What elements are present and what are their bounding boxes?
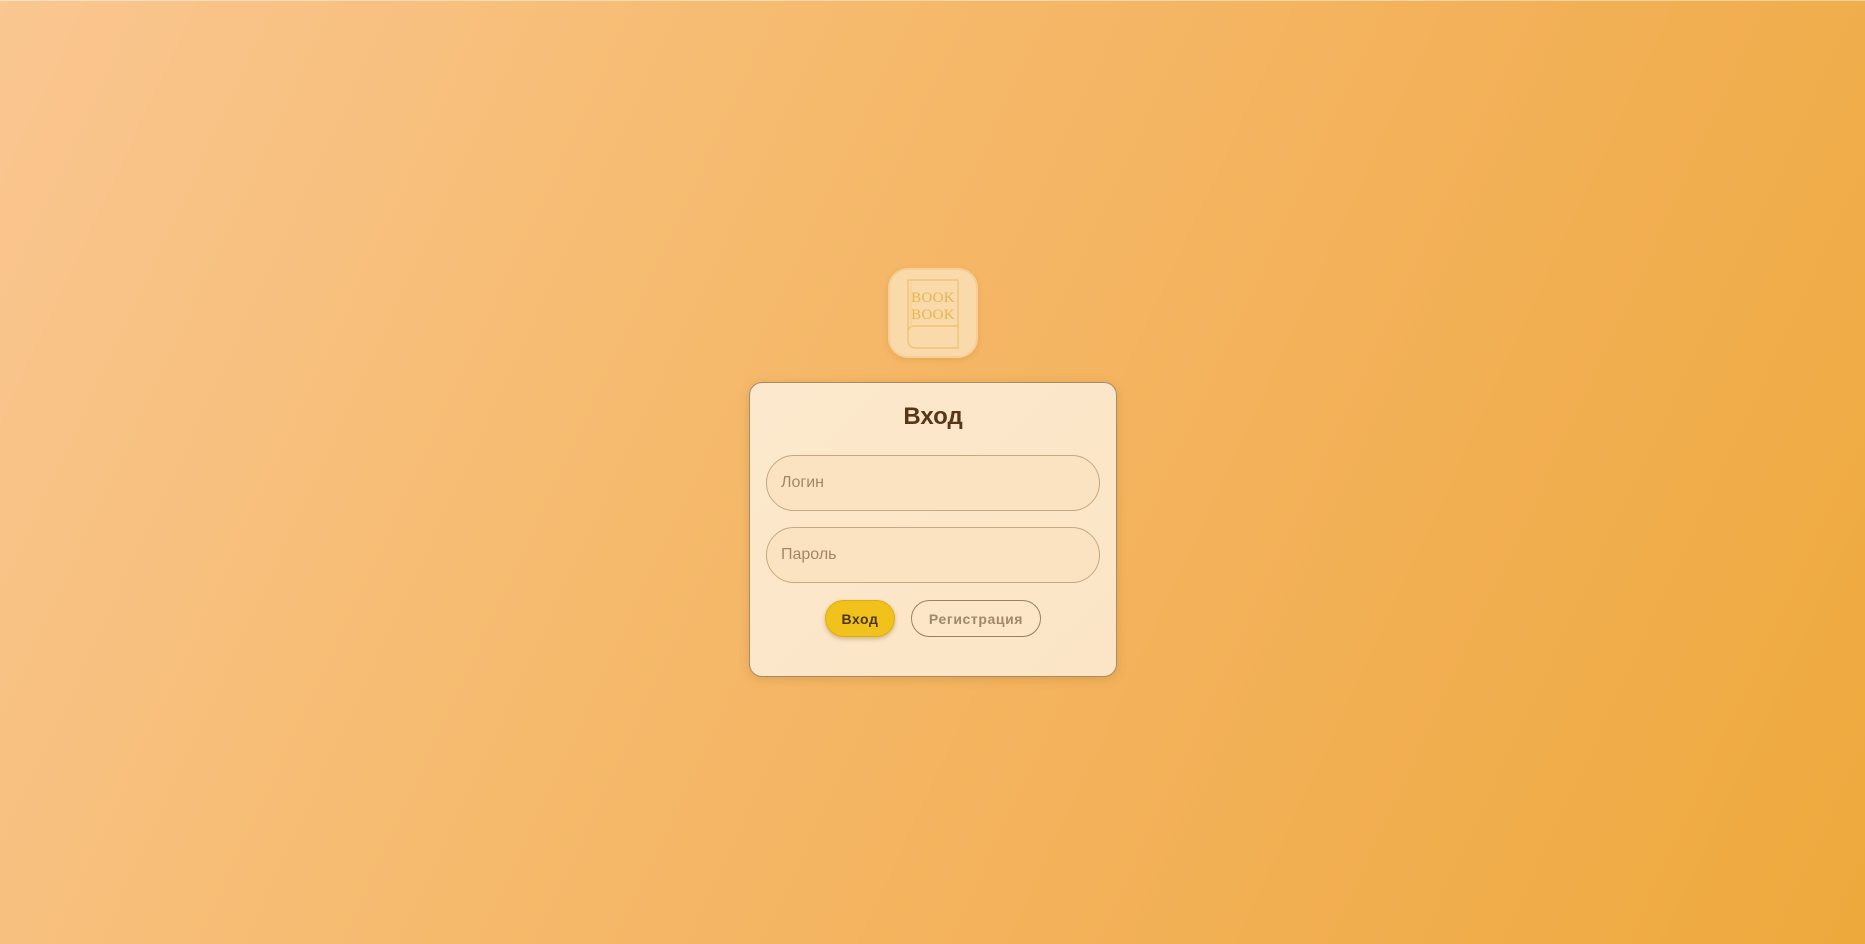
password-input[interactable] — [766, 527, 1100, 583]
book-icon: BOOK BOOK — [907, 279, 959, 349]
logo-text-line-1: BOOK — [911, 290, 955, 306]
login-input[interactable] — [766, 455, 1100, 511]
window-top-edge — [0, 0, 1865, 1]
login-button[interactable]: Вход — [825, 600, 895, 637]
login-title: Вход — [903, 403, 963, 430]
app-logo: BOOK BOOK — [888, 268, 978, 358]
login-card: Вход Вход Регистрация — [749, 382, 1117, 677]
logo-text-line-2: BOOK — [911, 307, 955, 323]
register-button[interactable]: Регистрация — [911, 600, 1041, 637]
